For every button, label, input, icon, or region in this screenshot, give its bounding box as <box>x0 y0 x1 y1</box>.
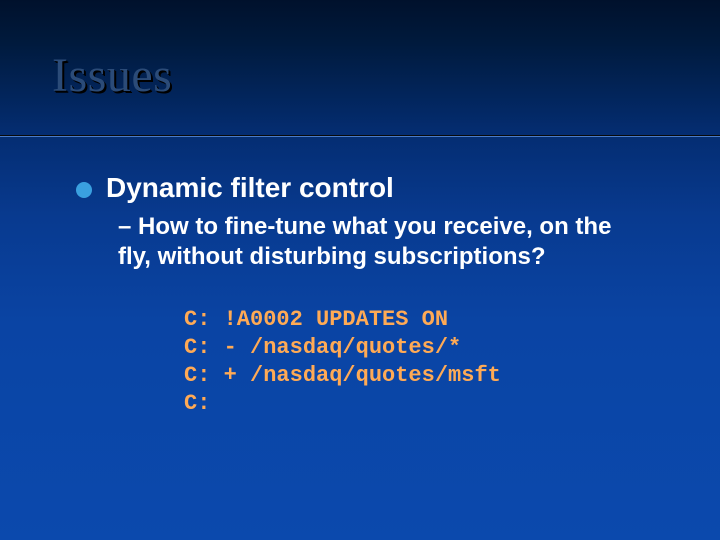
title-divider <box>0 135 720 137</box>
content-area: Dynamic filter control – How to fine-tun… <box>76 172 660 419</box>
slide-title: Issues <box>52 48 172 103</box>
code-block: C: !A0002 UPDATES ON C: - /nasdaq/quotes… <box>184 306 660 419</box>
slide: Issues Dynamic filter control – How to f… <box>0 0 720 540</box>
bullet-icon <box>76 182 92 198</box>
code-line-3: C: + /nasdaq/quotes/msft <box>184 363 501 388</box>
dash-icon: – <box>118 213 131 240</box>
code-line-4: C: <box>184 391 210 416</box>
sub-bullet-text: How to fine-tune what you receive, on th… <box>118 213 611 270</box>
bullet-text: Dynamic filter control <box>106 172 394 204</box>
code-line-1: C: !A0002 UPDATES ON <box>184 307 448 332</box>
bullet-item: Dynamic filter control <box>76 172 660 204</box>
code-line-2: C: - /nasdaq/quotes/* <box>184 335 461 360</box>
sub-bullet: – How to fine-tune what you receive, on … <box>118 212 650 272</box>
